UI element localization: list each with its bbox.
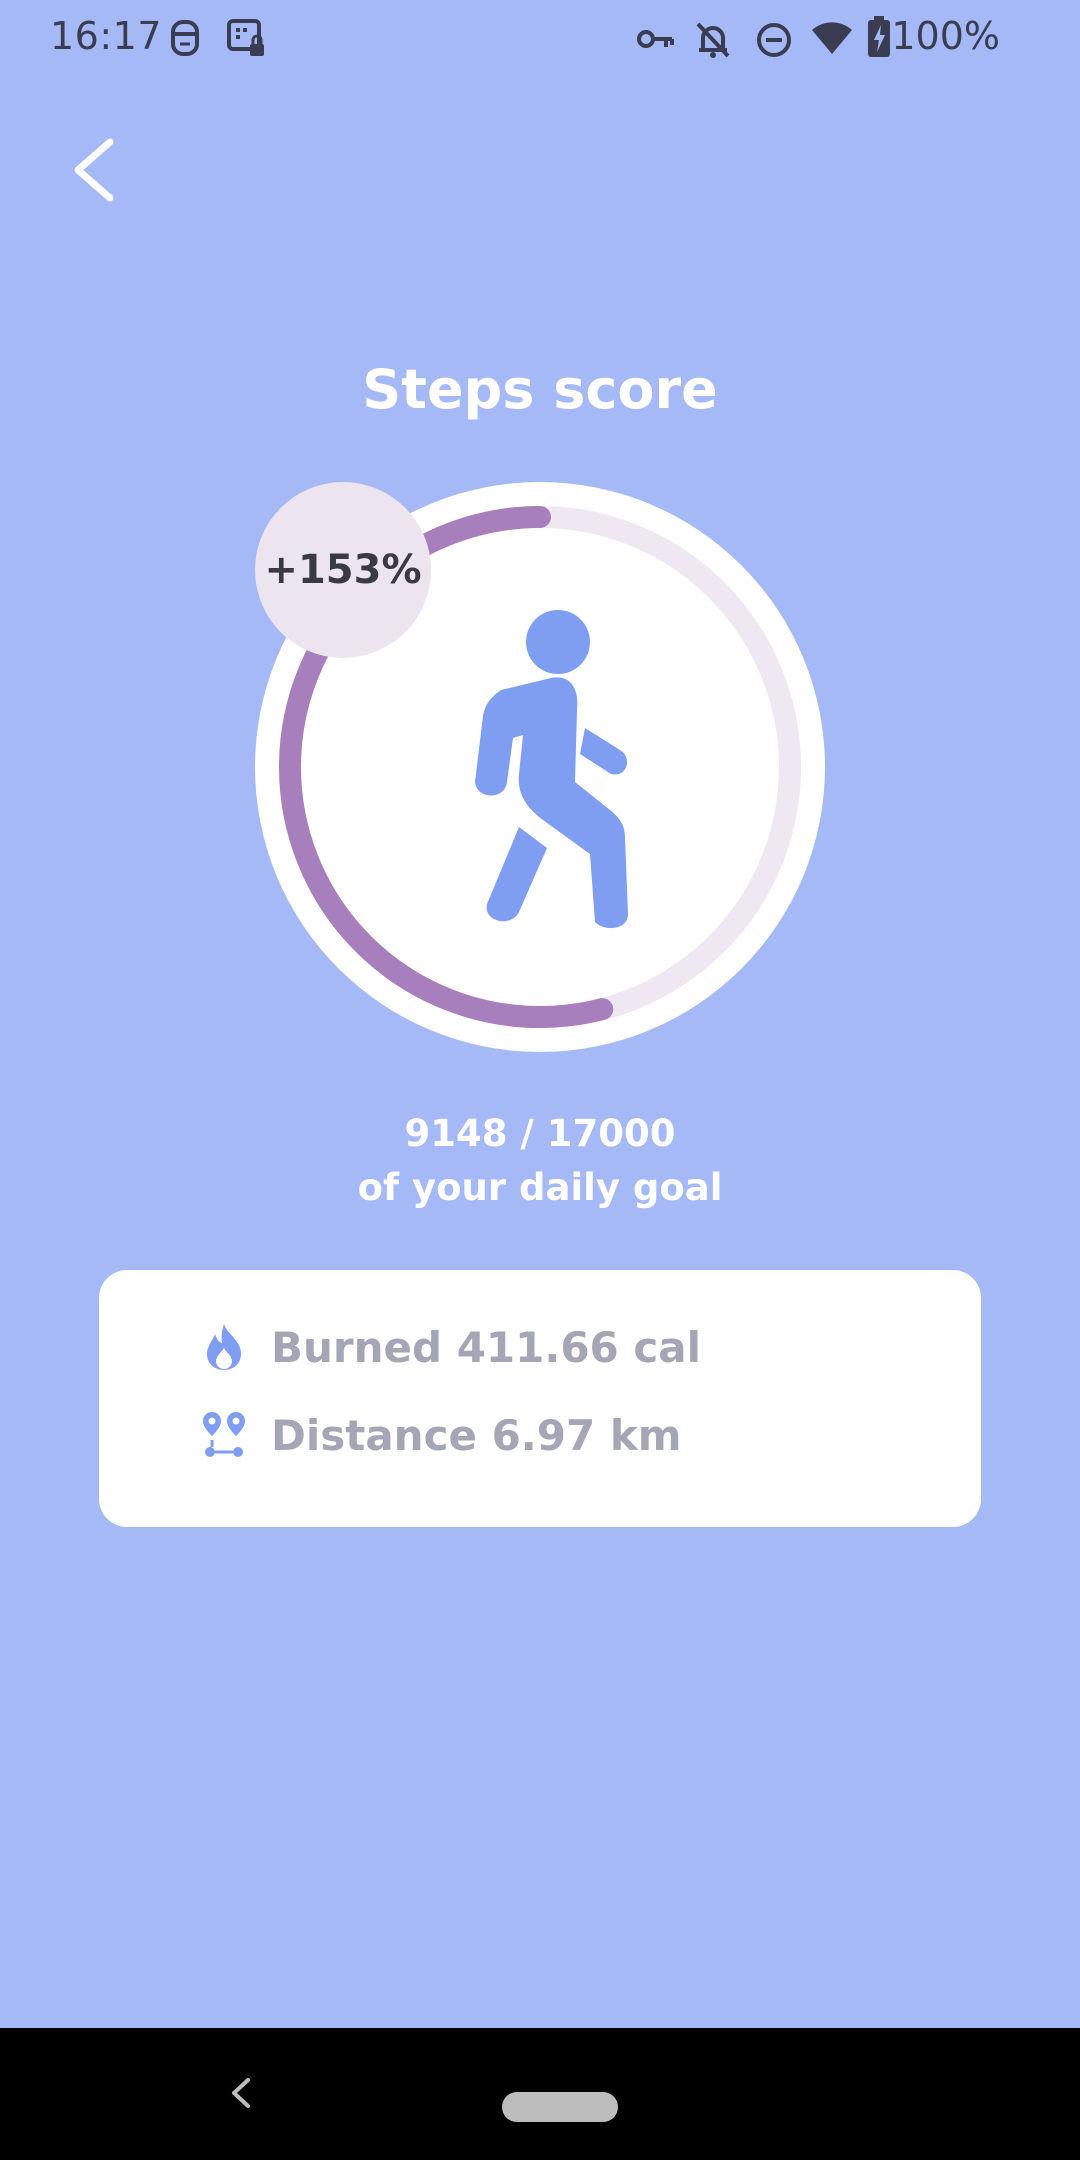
route-pins-icon xyxy=(199,1410,249,1460)
system-nav-bar xyxy=(0,2028,1080,2160)
back-button[interactable] xyxy=(60,130,130,210)
bell-off-icon xyxy=(694,20,732,64)
steps-count: 9148 / 17000 xyxy=(404,1112,676,1155)
nav-home-button[interactable] xyxy=(502,2092,618,2122)
page-title: Steps score xyxy=(362,358,718,421)
nav-back-button[interactable] xyxy=(222,2068,262,2118)
stats-card: Burned 411.66 cal Distance 6.97 km xyxy=(99,1270,981,1527)
stat-burned-label: Burned 411.66 cal xyxy=(271,1322,702,1372)
stat-distance: Distance 6.97 km xyxy=(199,1410,682,1460)
wifi-icon xyxy=(810,22,854,60)
stat-distance-label: Distance 6.97 km xyxy=(271,1410,682,1460)
battery-percent: 100% xyxy=(891,14,1000,58)
status-bar: 16:17 100% xyxy=(0,0,1080,80)
status-time: 16:17 xyxy=(50,14,163,58)
battery-charging-icon xyxy=(866,16,892,62)
shield-lock-icon xyxy=(226,18,268,64)
stat-burned: Burned 411.66 cal xyxy=(199,1322,701,1372)
key-icon xyxy=(636,22,676,60)
nav-back-icon xyxy=(232,2078,250,2108)
face-icon xyxy=(168,18,202,62)
steps-score-screen: 16:17 100% Steps score +153% 9148 / 1700… xyxy=(0,0,1080,2160)
chevron-left-icon xyxy=(74,138,114,202)
goal-caption: of your daily goal xyxy=(357,1166,723,1209)
flame-icon xyxy=(199,1322,249,1372)
dnd-icon xyxy=(756,22,792,62)
progress-badge: +153% xyxy=(255,482,431,658)
